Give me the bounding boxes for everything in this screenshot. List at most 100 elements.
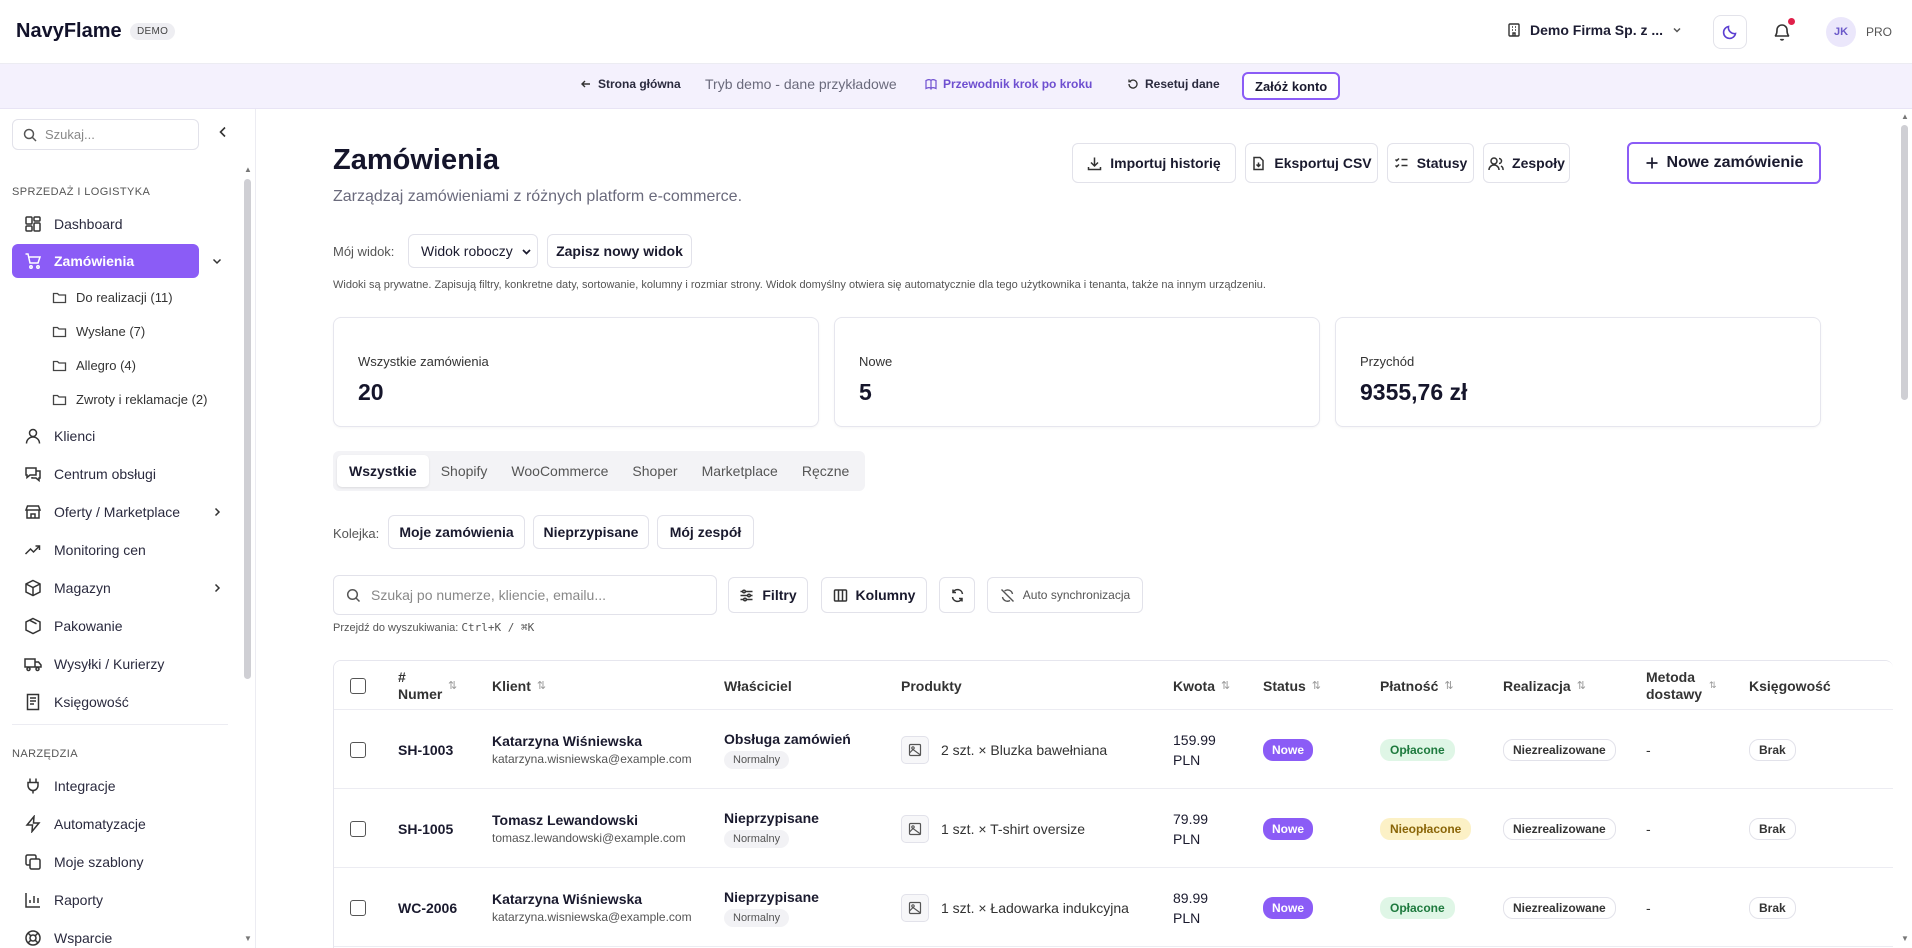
sidebar-search-input[interactable]: Szukaj... <box>12 119 199 150</box>
sidebar-item-service-center[interactable]: Centrum obsługi <box>12 457 199 491</box>
status-badge[interactable]: Nowe <box>1263 896 1314 919</box>
create-account-button[interactable]: Załóż konto <box>1242 72 1341 100</box>
tab-woocommerce[interactable]: WooCommerce <box>499 455 620 487</box>
sidebar-subitem-shipped[interactable]: Wysłane (7) <box>52 317 217 345</box>
chat-icon <box>25 467 41 483</box>
user-avatar[interactable]: JK <box>1826 17 1856 47</box>
client-name[interactable]: Katarzyna Wiśniewska <box>492 733 692 749</box>
view-select[interactable]: Widok roboczy <box>408 234 538 268</box>
tab-shopify[interactable]: Shopify <box>429 455 500 487</box>
sidebar-subitem-allegro[interactable]: Allegro (4) <box>52 351 217 379</box>
brand-logo[interactable]: NavyFlame <box>16 20 122 43</box>
sidebar-item-clients[interactable]: Klienci <box>12 419 199 453</box>
sidebar-item-integrations[interactable]: Integracje <box>12 769 199 803</box>
column-client[interactable]: Klient ⇅ <box>492 661 546 710</box>
notifications-button[interactable] <box>1770 18 1795 44</box>
filters-button[interactable]: Filtry <box>728 577 808 613</box>
row-checkbox[interactable] <box>350 868 366 947</box>
zap-icon <box>25 815 41 833</box>
column-payment[interactable]: Płatność ⇅ <box>1380 661 1454 710</box>
tab-shoper[interactable]: Shoper <box>620 455 689 487</box>
owner-name[interactable]: Nieprzypisane <box>724 889 819 905</box>
theme-toggle-button[interactable] <box>1713 15 1747 49</box>
sidebar-item-orders[interactable]: Zamówienia <box>12 244 222 278</box>
column-delivery[interactable]: Metoda dostawy <box>1646 661 1702 710</box>
status-badge[interactable]: Nowe <box>1263 738 1314 761</box>
home-link[interactable]: Strona główna <box>580 77 681 91</box>
sidebar-scroll-up-arrow[interactable]: ▲ <box>244 165 252 174</box>
sidebar-item-templates[interactable]: Moje szablony <box>12 845 199 879</box>
main-scroll-up-arrow[interactable]: ▲ <box>1901 112 1909 121</box>
client-name[interactable]: Tomasz Lewandowski <box>492 812 686 828</box>
reset-data-button[interactable]: Resetuj dane <box>1127 77 1220 91</box>
guide-link[interactable]: Przewodnik krok po kroku <box>925 77 1092 91</box>
tab-all[interactable]: Wszystkie <box>337 455 429 487</box>
shortcut-label: Przejdź do wyszukiwania: <box>333 622 459 634</box>
teams-button[interactable]: Zespoły <box>1483 143 1570 183</box>
sidebar-subitem-returns[interactable]: Zwroty i reklamacje (2) <box>52 385 217 413</box>
stat-value: 5 <box>859 379 872 405</box>
sidebar-subitem-to-fulfill[interactable]: Do realizacji (11) <box>52 283 217 311</box>
import-history-button[interactable]: Importuj historię <box>1072 143 1236 183</box>
client-name[interactable]: Katarzyna Wiśniewska <box>492 891 692 907</box>
tab-manual[interactable]: Ręczne <box>790 455 861 487</box>
order-search-input[interactable]: Szukaj po numerze, kliencie, emailu... <box>333 575 717 615</box>
columns-button[interactable]: Kolumny <box>821 577 927 613</box>
new-order-button[interactable]: Nowe zamówienie <box>1627 142 1821 184</box>
sidebar-item-dashboard[interactable]: Dashboard <box>12 207 199 241</box>
table-row[interactable]: SH-1005 Tomasz Lewandowski tomasz.lewand… <box>334 789 1893 868</box>
sidebar-item-packing[interactable]: Pakowanie <box>12 609 199 643</box>
status-badge[interactable]: Nowe <box>1263 817 1314 840</box>
sidebar-item-offers[interactable]: Oferty / Marketplace <box>12 495 221 529</box>
column-status[interactable]: Status ⇅ <box>1263 661 1321 710</box>
queue-my-orders-button[interactable]: Moje zamówienia <box>388 515 525 549</box>
company-switcher[interactable]: Demo Firma Sp. z ... <box>1506 22 1683 38</box>
order-number[interactable]: WC-2006 <box>398 900 457 916</box>
sidebar-item-price-monitoring[interactable]: Monitoring cen <box>12 533 199 567</box>
chevron-right-icon[interactable] <box>211 582 223 594</box>
sidebar-item-label: Magazyn <box>54 580 111 596</box>
sidebar-divider <box>12 724 228 725</box>
owner-name[interactable]: Nieprzypisane <box>724 810 819 826</box>
auto-sync-toggle[interactable]: Auto synchronizacja <box>987 577 1143 613</box>
fulfillment-badge: Niezrealizowane <box>1503 896 1616 919</box>
row-checkbox[interactable] <box>350 710 366 789</box>
sidebar-item-accounting[interactable]: Księgowość <box>12 685 199 719</box>
column-amount[interactable]: Kwota ⇅ <box>1173 661 1230 710</box>
sort-number-icon[interactable]: ⇅ <box>448 661 457 710</box>
refresh-button[interactable] <box>939 577 975 613</box>
owner-name[interactable]: Obsługa zamówień <box>724 731 851 747</box>
row-checkbox[interactable] <box>350 789 366 868</box>
sort-icon: ⇅ <box>1444 680 1454 692</box>
receipt-icon <box>26 693 40 711</box>
order-number[interactable]: SH-1003 <box>398 742 453 758</box>
sidebar-scrollbar[interactable] <box>244 179 251 679</box>
chevron-down-icon[interactable] <box>211 255 223 267</box>
chevron-right-icon[interactable] <box>211 506 223 518</box>
main-scroll-down-arrow[interactable]: ▼ <box>1901 934 1909 943</box>
table-row[interactable]: SH-1003 Katarzyna Wiśniewska katarzyna.w… <box>334 710 1893 789</box>
sidebar-scroll-down-arrow[interactable]: ▼ <box>244 934 252 943</box>
sidebar-item-reports[interactable]: Raporty <box>12 883 199 917</box>
sidebar-item-warehouse[interactable]: Magazyn <box>12 571 221 605</box>
tab-marketplace[interactable]: Marketplace <box>690 455 790 487</box>
order-number[interactable]: SH-1005 <box>398 821 453 837</box>
select-all-checkbox[interactable] <box>350 661 366 710</box>
column-fulfillment[interactable]: Realizacja ⇅ <box>1503 661 1586 710</box>
statuses-button[interactable]: Statusy <box>1387 143 1474 183</box>
save-view-button[interactable]: Zapisz nowy widok <box>547 234 692 268</box>
sidebar-item-automations[interactable]: Automatyzacje <box>12 807 199 841</box>
import-history-label: Importuj historię <box>1110 155 1221 171</box>
column-number[interactable]: # Numer <box>398 661 442 710</box>
table-row[interactable]: WC-2006 Katarzyna Wiśniewska katarzyna.w… <box>334 868 1893 947</box>
sidebar-item-label: Dashboard <box>54 216 123 232</box>
queue-my-team-button[interactable]: Mój zespół <box>657 515 754 549</box>
sort-delivery-icon[interactable]: ⇅ <box>1709 661 1717 710</box>
export-csv-button[interactable]: Eksportuj CSV <box>1245 143 1378 183</box>
sidebar-item-support[interactable]: Wsparcie <box>12 921 199 948</box>
main-scrollbar[interactable] <box>1901 125 1908 400</box>
queue-unassigned-button[interactable]: Nieprzypisane <box>533 515 649 549</box>
sidebar-item-shipping[interactable]: Wysyłki / Kurierzy <box>12 647 199 681</box>
main-content: Zamówienia Zarządzaj zamówieniami z różn… <box>257 109 1895 948</box>
sidebar-collapse-button[interactable] <box>216 125 230 144</box>
